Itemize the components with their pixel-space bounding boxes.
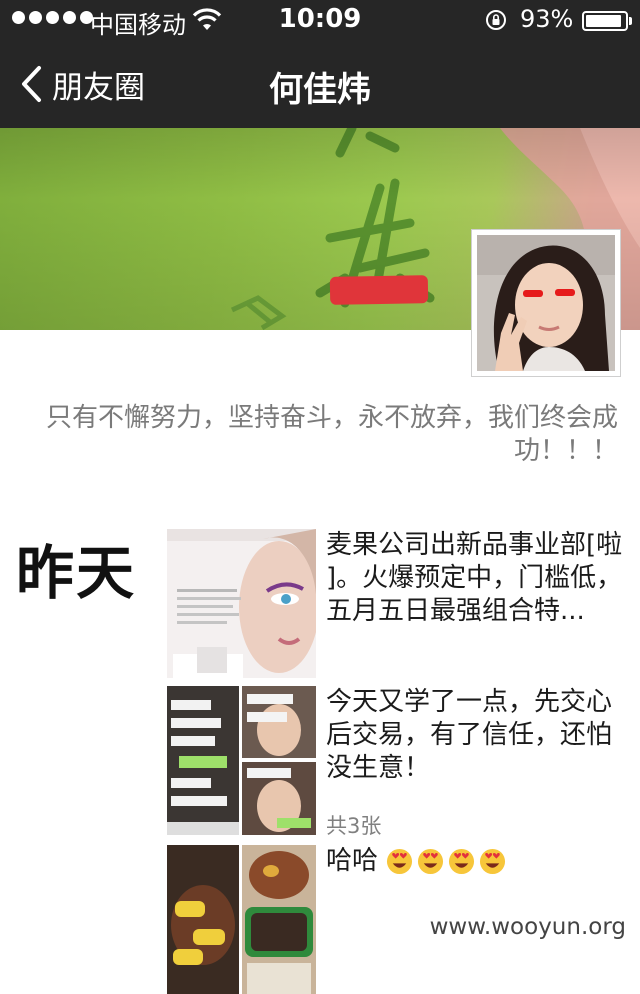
post-text-content: 哈哈: [326, 846, 379, 876]
post-text-content: 麦果公司出新品事业部[啦 ]。火爆预定中，门槛低，五月五日最强组合特...: [326, 530, 623, 626]
heart-eyes-emoji: [418, 848, 444, 875]
post-thumbnail[interactable]: [167, 686, 316, 835]
avatar-photo: [477, 235, 615, 371]
post-thumbnail[interactable]: [167, 529, 316, 678]
battery-fill: [586, 15, 622, 27]
post-thumbnail[interactable]: [167, 845, 316, 994]
emoji-row: [386, 848, 506, 875]
top-bar: 中国移动 10:09 93% 朋友圈 何佳炜: [0, 0, 640, 128]
rotation-lock-icon: [486, 10, 506, 30]
day-label: 昨天: [16, 539, 137, 607]
post-text: 今天又学了一点，先交心后交易，有了信任，还怕没生意！: [326, 686, 626, 785]
battery-icon: [582, 11, 632, 31]
battery-percentage: 93%: [520, 5, 574, 33]
heart-eyes-emoji: [449, 848, 475, 875]
status-bar: 中国移动 10:09 93%: [0, 0, 640, 40]
profile-signature: 只有不懈努力，坚持奋斗，永不放弃，我们终会成功！！！: [45, 403, 618, 466]
beauty-ad-image: [167, 529, 316, 678]
heart-eyes-emoji: [387, 848, 413, 875]
page-title: 何佳炜: [269, 70, 371, 110]
watermark: www.wooyun.org: [425, 914, 630, 940]
post-text: 哈哈: [326, 845, 626, 878]
post-text: 麦果公司出新品事业部[啦 ]。火爆预定中，门槛低，五月五日最强组合特...: [326, 529, 626, 628]
avatar[interactable]: [471, 229, 621, 377]
red-stamp-overlay: [329, 275, 429, 305]
food-photo-collage: [167, 845, 316, 994]
chat-screenshot-collage: [167, 686, 316, 835]
photo-count: 共3张: [326, 814, 382, 838]
post-text-content: 今天又学了一点，先交心后交易，有了信任，还怕没生意！: [326, 687, 613, 783]
heart-eyes-emoji: [480, 848, 506, 875]
